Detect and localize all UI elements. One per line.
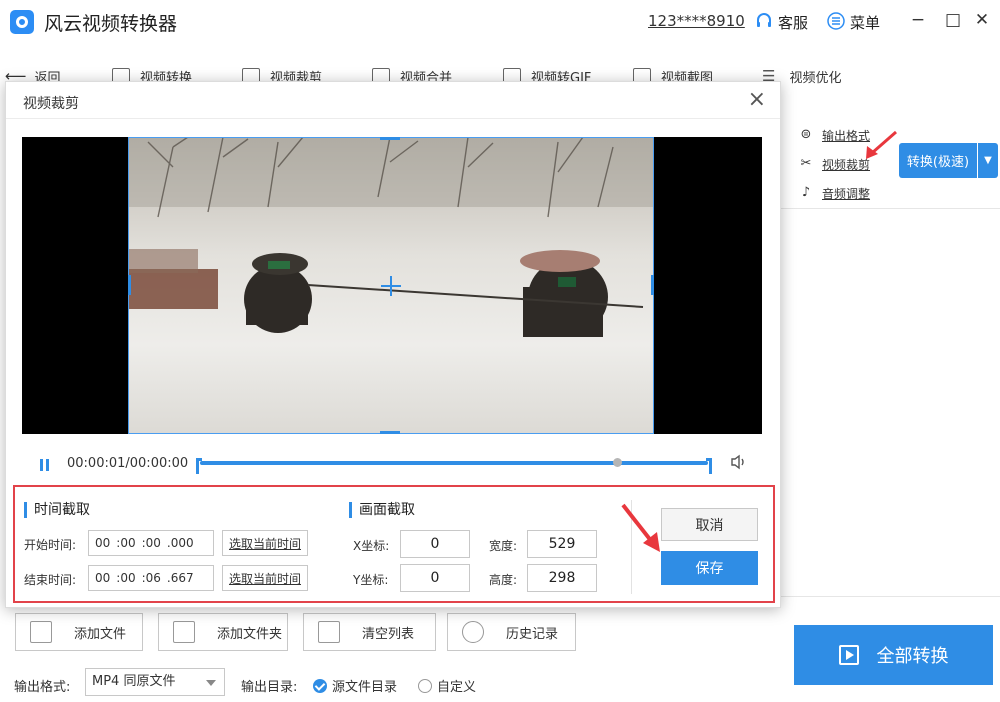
trash-icon [318,621,340,643]
y-coord-input[interactable]: 0 [400,564,470,592]
crop-handle-left[interactable] [128,275,131,295]
convert-dropdown-button[interactable]: ▼ [978,143,998,178]
output-dir-label: 输出目录: [241,680,298,695]
output-format-link[interactable]: ⊜ 输出格式 [798,126,870,144]
menu-label: 菜单 [850,13,881,32]
app-window: 风云视频转换器 123****8910 客服 菜单 − □ ✕ ⟵ 返回 视频转… [0,0,1000,702]
playback-thumb[interactable] [612,458,622,467]
clear-list-button[interactable]: 清空列表 [303,613,436,651]
crop-handle-bottom[interactable] [380,431,400,434]
time-section-title: 时间截取 [24,502,90,518]
height-label: 高度: [489,573,518,587]
pick-start-time-button[interactable]: 选取当前时间 [222,530,308,556]
maximize-button[interactable]: □ [941,8,965,32]
menu-button[interactable]: 菜单 [826,10,880,34]
app-logo-icon [10,10,34,34]
pause-icon[interactable] [40,459,50,471]
frame-section-title: 画面截取 [349,502,415,518]
divider [781,596,1000,597]
trim-end-handle[interactable] [706,458,712,474]
playback-timecode: 00:00:01/00:00:00 [67,456,189,471]
divider [631,500,632,594]
output-format-select[interactable]: MP4 同原文件 [85,668,225,696]
divider [781,208,1000,209]
output-format-label: 输出格式: [14,680,71,695]
format-icon: ⊜ [800,127,812,142]
convert-all-button[interactable]: 全部转换 [794,625,993,685]
scissors-icon: ✂ [800,156,812,171]
start-time-label: 开始时间: [24,538,77,552]
save-button[interactable]: 保存 [661,551,758,585]
add-folder-icon [173,621,195,643]
app-title: 风云视频转换器 [44,13,178,35]
service-button[interactable]: 客服 [754,10,808,34]
radio-unchecked-icon [418,678,432,693]
divider [6,118,780,119]
video-preview[interactable] [22,137,762,434]
annotation-arrow-crop [866,130,897,159]
dir-custom-radio[interactable]: 自定义 [418,676,476,695]
clock-icon [462,621,484,643]
x-coord-label: X坐标: [353,539,390,553]
video-crop-dialog: 视频裁剪 × 00:00:01/00:00:00 时间截取 开始时间: 00:… [5,81,781,608]
headset-icon [754,12,774,32]
width-label: 宽度: [489,539,518,553]
end-time-label: 结束时间: [24,573,77,587]
y-coord-label: Y坐标: [353,573,389,587]
height-input[interactable]: 298 [527,564,597,592]
pick-end-time-button[interactable]: 选取当前时间 [222,565,308,591]
chevron-down-icon: ▼ [984,155,992,166]
add-folder-button[interactable]: 添加文件夹 [158,613,288,651]
width-input[interactable]: 529 [527,530,597,558]
start-time-input[interactable]: 00 :00 :00 .000 [88,530,214,556]
audio-adjust-link[interactable]: ♪ 音频调整 [798,184,870,202]
convert-fast-button[interactable]: 转换(极速) [899,143,977,178]
crop-handle-top[interactable] [380,137,400,140]
play-icon [838,645,859,665]
account-link[interactable]: 123****8910 [648,12,745,30]
radio-checked-icon [313,678,327,693]
close-button[interactable]: ✕ [970,8,994,32]
music-icon: ♪ [801,185,811,200]
minimize-button[interactable]: − [906,8,930,32]
playback-track[interactable] [200,458,708,467]
chevron-down-icon [206,680,216,686]
title-bar: 风云视频转换器 123****8910 客服 菜单 − □ ✕ [0,0,1000,44]
video-crop-link[interactable]: ✂ 视频裁剪 [798,155,870,173]
cancel-button[interactable]: 取消 [661,508,758,541]
x-coord-input[interactable]: 0 [400,530,470,558]
dialog-close-icon[interactable]: × [748,88,766,112]
menu-icon [826,12,846,32]
volume-icon[interactable] [730,454,748,474]
crop-handle-right[interactable] [651,275,654,295]
dialog-title: 视频裁剪 [23,96,79,112]
add-file-button[interactable]: 添加文件 [15,613,143,651]
crosshair-icon [390,276,392,296]
history-button[interactable]: 历史记录 [447,613,576,651]
dir-source-radio[interactable]: 源文件目录 [313,676,397,695]
end-time-input[interactable]: 00 :00 :06 .667 [88,565,214,591]
add-file-icon [30,621,52,643]
service-label: 客服 [778,13,809,32]
